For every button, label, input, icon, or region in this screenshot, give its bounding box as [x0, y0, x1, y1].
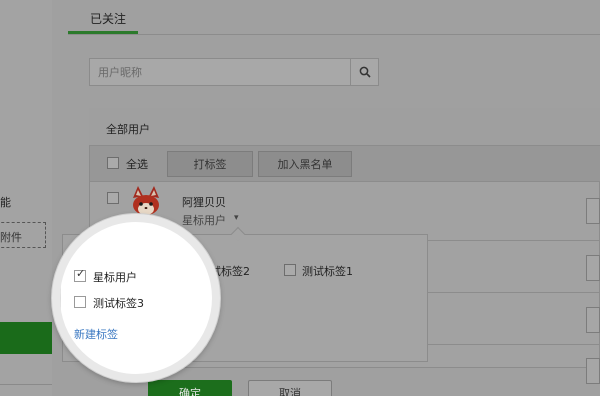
- tag-label-test1: 测试标签1: [302, 265, 353, 278]
- search-input[interactable]: [90, 59, 350, 85]
- select-all-checkbox[interactable]: [107, 157, 119, 169]
- tag-checkbox-test3[interactable]: [74, 296, 86, 308]
- confirm-button[interactable]: 确定: [148, 380, 232, 396]
- sidebar-attachment-text: 附件: [0, 231, 22, 244]
- tag-label-test3: 测试标签3: [93, 297, 144, 310]
- search-icon: [359, 66, 371, 78]
- row-action-box[interactable]: [586, 198, 600, 224]
- select-all-label: 全选: [126, 158, 148, 171]
- users-panel-title: 全部用户: [106, 123, 150, 136]
- sidebar-green-button[interactable]: [0, 322, 52, 354]
- row-action-box[interactable]: [586, 307, 600, 333]
- tab-divider: [68, 34, 600, 35]
- tag-checkbox-test1[interactable]: [284, 264, 296, 276]
- sidebar-feature-text: 能: [0, 196, 11, 209]
- row-action-box[interactable]: [586, 255, 600, 281]
- search-field[interactable]: [89, 58, 351, 86]
- sidebar-divider: [0, 384, 52, 385]
- blacklist-button[interactable]: 加入黑名单: [258, 151, 352, 177]
- tag-label-starred: 星标用户: [93, 271, 137, 284]
- magnifier-edge: [60, 240, 61, 374]
- search-button[interactable]: [351, 58, 379, 86]
- users-panel-header: [89, 108, 600, 146]
- cancel-button[interactable]: 取消: [248, 380, 332, 396]
- tab-followed[interactable]: 已关注: [90, 10, 126, 27]
- checkmark-icon: ✓: [76, 267, 86, 280]
- tag-button[interactable]: 打标签: [167, 151, 253, 177]
- chevron-down-icon[interactable]: ▾: [234, 213, 239, 223]
- row-action-box[interactable]: [586, 358, 600, 384]
- user-row-checkbox[interactable]: [107, 192, 119, 204]
- magnifier-highlight: ✓ 星标用户 测试标签3 新建标签: [52, 214, 220, 382]
- magnifier-content: ✓ 星标用户 测试标签3 新建标签: [60, 222, 212, 374]
- new-tag-link[interactable]: 新建标签: [74, 326, 118, 342]
- user-name[interactable]: 阿狸贝贝: [182, 194, 226, 210]
